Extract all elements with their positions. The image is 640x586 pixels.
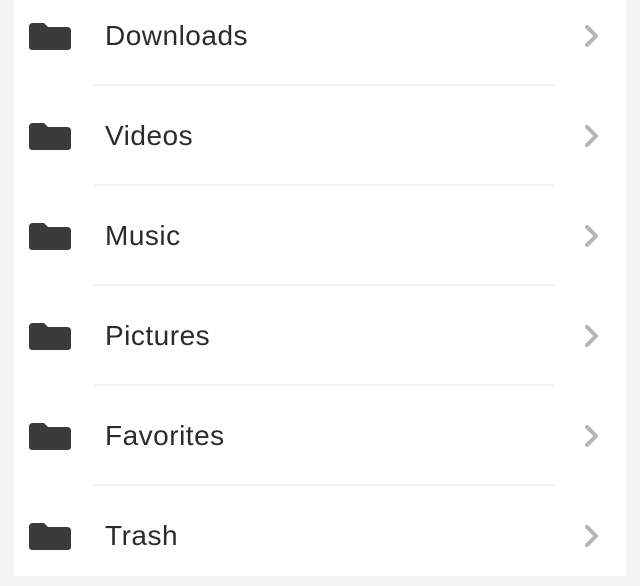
chevron-right-icon <box>581 423 601 449</box>
list-item-favorites[interactable]: Favorites <box>13 386 627 486</box>
list-item-label: Favorites <box>105 420 225 451</box>
list-item-label: Downloads <box>105 20 249 51</box>
list-item-label: Videos <box>105 120 194 151</box>
folder-icon <box>27 521 73 551</box>
chevron-right-icon <box>581 223 601 249</box>
folder-icon <box>27 321 73 351</box>
chevron-right-icon <box>581 123 601 149</box>
folder-icon <box>27 421 73 451</box>
list-item-trash[interactable]: Trash <box>13 486 627 586</box>
list-item-label: Pictures <box>105 320 211 351</box>
list-item-downloads[interactable]: Downloads <box>13 0 627 86</box>
list-item-label: Trash <box>105 520 179 551</box>
list-item-label: Music <box>105 220 181 251</box>
chevron-right-icon <box>581 523 601 549</box>
list-item-pictures[interactable]: Pictures <box>13 286 627 386</box>
folder-icon <box>27 221 73 251</box>
file-list: Downloads Videos Music Pictures Favorite… <box>13 0 627 586</box>
list-item-music[interactable]: Music <box>13 186 627 286</box>
file-browser-panel: Downloads Videos Music Pictures Favorite… <box>12 0 628 576</box>
chevron-right-icon <box>581 323 601 349</box>
list-item-videos[interactable]: Videos <box>13 86 627 186</box>
chevron-right-icon <box>581 23 601 49</box>
folder-icon <box>27 121 73 151</box>
folder-icon <box>27 21 73 51</box>
